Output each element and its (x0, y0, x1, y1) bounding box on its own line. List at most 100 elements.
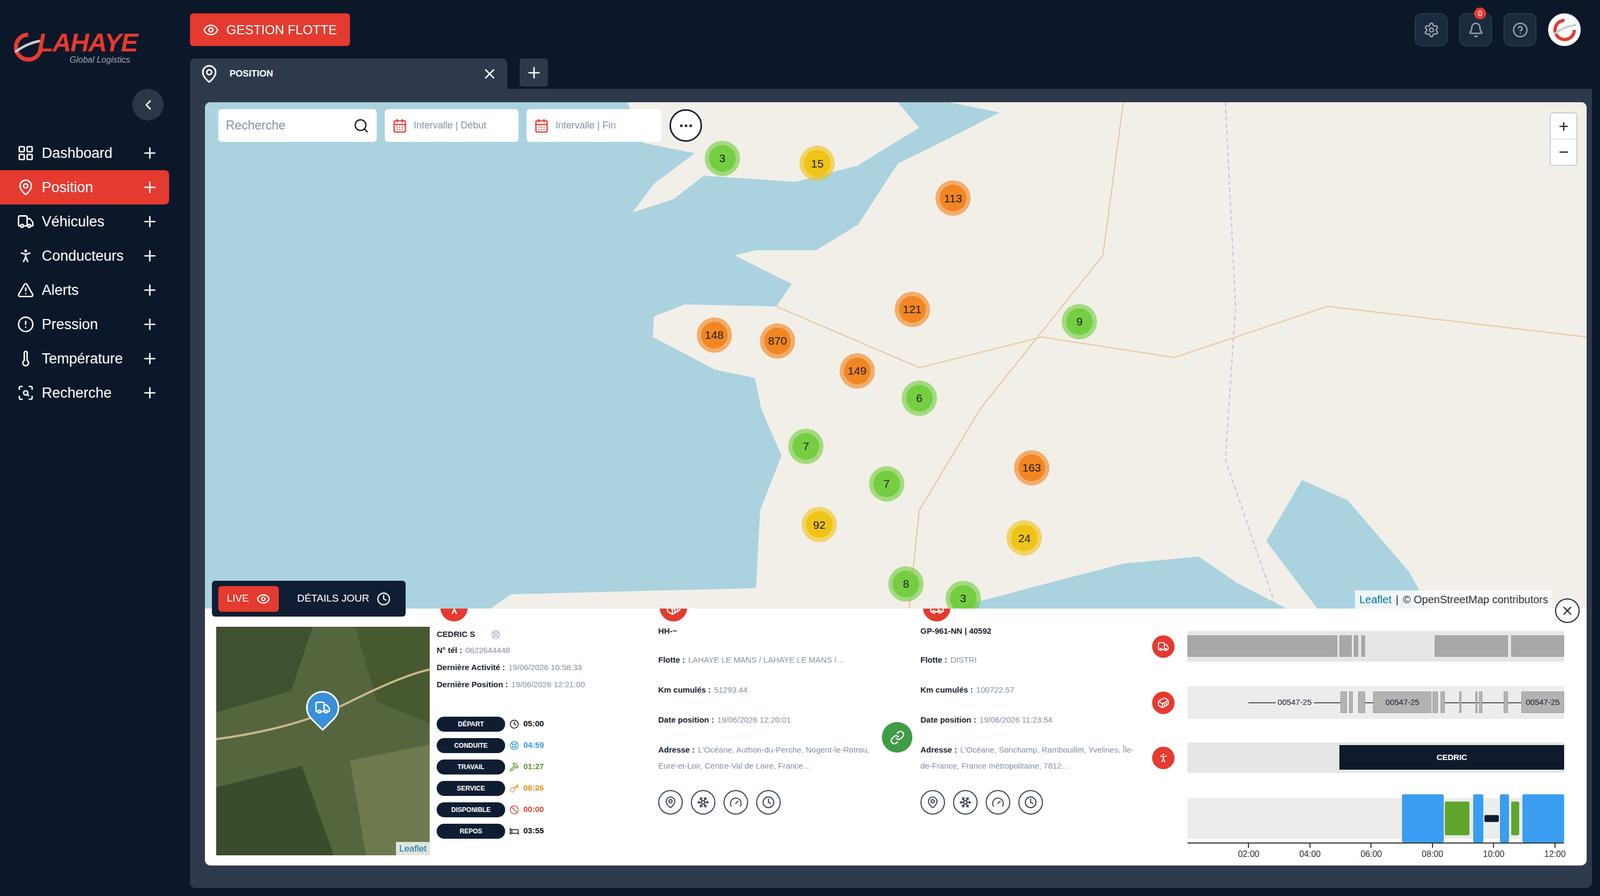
truck-segment[interactable] (1339, 635, 1352, 657)
map-cluster[interactable]: 24 (1006, 520, 1042, 556)
trailer-segment[interactable] (1358, 691, 1366, 713)
link-indicator[interactable] (881, 721, 913, 753)
truck-segment[interactable] (1511, 635, 1565, 657)
collapse-button[interactable] (132, 88, 164, 121)
asset-action-button[interactable] (690, 789, 716, 815)
trailer-segment[interactable] (1459, 691, 1462, 713)
close-details-button[interactable] (1555, 598, 1580, 623)
sidebar-item[interactable]: Recherche (0, 375, 170, 410)
calendar-icon (392, 118, 408, 134)
minimap[interactable]: Leaflet (216, 626, 430, 856)
zoom-in-button[interactable]: + (1550, 113, 1577, 140)
view-mode-option[interactable]: DÉTAILS JOUR (288, 585, 400, 612)
help-icon (1512, 21, 1529, 38)
sidebar-item[interactable]: Température (0, 341, 170, 376)
sidebar-item[interactable]: Alerts (0, 272, 170, 308)
sidebar-item[interactable]: Dashboard (0, 135, 170, 171)
truck-segment[interactable] (1353, 635, 1359, 657)
plus-icon[interactable] (141, 178, 159, 196)
zoom-out-button[interactable]: − (1550, 139, 1577, 165)
plus-icon[interactable] (141, 212, 159, 231)
activity-bar[interactable] (1473, 794, 1484, 843)
truck-segment[interactable] (1434, 635, 1508, 657)
driver-bar[interactable]: CEDRIC (1339, 744, 1565, 770)
trailer-segment[interactable] (1432, 691, 1438, 713)
map-cluster[interactable]: 148 (696, 317, 733, 353)
search-input[interactable]: Recherche (218, 109, 377, 142)
map-cluster[interactable]: 870 (759, 323, 796, 359)
asset-action-button[interactable] (985, 789, 1011, 815)
trailer-segment[interactable]: 00547-25 (1373, 691, 1432, 713)
asset-action-button[interactable] (723, 789, 749, 815)
timeline-row-icon (1152, 746, 1175, 769)
more-button[interactable] (669, 109, 703, 142)
map-cluster[interactable]: 92 (801, 506, 837, 543)
activity-bar[interactable] (1511, 801, 1520, 836)
plus-icon[interactable] (141, 247, 159, 265)
map-cluster[interactable]: 7 (788, 428, 824, 464)
vehicle-marker[interactable] (299, 683, 347, 731)
tab[interactable]: POSITION (189, 58, 508, 89)
asset-action-button[interactable] (1018, 789, 1043, 815)
asset-action-button[interactable] (658, 789, 683, 815)
activity-bar[interactable] (1402, 794, 1444, 843)
asset-action-button[interactable] (920, 789, 946, 815)
map[interactable]: 3151131219148870149671637922483Recherche… (204, 102, 1587, 609)
map-cluster[interactable]: 6 (901, 380, 937, 416)
mode-button[interactable]: GESTION FLOTTE (189, 13, 350, 47)
plus-icon[interactable] (141, 144, 159, 162)
plus-icon[interactable] (141, 349, 159, 368)
plus-icon[interactable] (141, 315, 159, 333)
asset-action-button[interactable] (953, 789, 978, 815)
map-cluster[interactable]: 3 (704, 140, 741, 177)
trailer-track: 00547-25 00547-25 00547-25 (1187, 686, 1565, 719)
driver-field: Dernière Position :19/06/2026 12:21:00 (436, 675, 651, 693)
activity-bar[interactable] (1499, 794, 1510, 843)
trailer-segment[interactable] (1503, 691, 1508, 713)
map-cluster[interactable]: 7 (869, 466, 905, 502)
sidebar-item[interactable]: Pression (0, 307, 170, 342)
help-button[interactable] (1503, 13, 1537, 47)
sidebar-item[interactable]: Conducteurs (0, 238, 170, 273)
settings-button[interactable] (1414, 13, 1448, 47)
trailer-segment[interactable] (1479, 691, 1483, 713)
activity-bar[interactable] (1522, 794, 1565, 843)
menu-icon (17, 212, 35, 231)
user-avatar[interactable] (1548, 13, 1581, 47)
plus-icon[interactable] (141, 281, 159, 299)
action-icon (696, 795, 710, 809)
map-cluster[interactable]: 113 (935, 180, 971, 216)
search-icon (353, 117, 370, 134)
date-end-input[interactable]: Intervalle | Fin (526, 109, 662, 142)
truck-segment[interactable] (1361, 635, 1366, 657)
notifications-button[interactable]: 0 (1459, 13, 1492, 47)
map-cluster[interactable]: 9 (1061, 303, 1097, 340)
trailer-segment[interactable] (1475, 691, 1478, 713)
map-cluster[interactable]: 149 (839, 353, 875, 389)
activity-bar[interactable] (1484, 814, 1499, 822)
activity-bar[interactable] (1444, 801, 1470, 836)
axis-tick: 08:00 (1421, 843, 1444, 861)
sidebar-item[interactable]: Position (0, 170, 170, 205)
trailer-segment[interactable]: 00547-25 (1521, 691, 1565, 713)
map-cluster[interactable]: 15 (799, 145, 835, 181)
trailer-segment[interactable] (1340, 691, 1347, 713)
map-cluster[interactable]: 121 (894, 291, 931, 327)
trailer-segment[interactable] (1444, 686, 1522, 719)
status-time: 05:00 (523, 717, 544, 730)
close-tab-icon[interactable] (481, 65, 498, 82)
activity-chart (1187, 794, 1565, 843)
date-start-input[interactable]: Intervalle | Début (384, 109, 519, 142)
sidebar-item[interactable]: Véhicules (0, 204, 170, 239)
truck-segment[interactable] (1187, 635, 1338, 657)
trailer-segment[interactable] (1440, 691, 1445, 713)
plus-icon[interactable] (141, 384, 159, 402)
asset-action-button[interactable] (756, 789, 781, 815)
map-cluster[interactable]: 163 (1014, 450, 1050, 486)
trailer-segment[interactable]: 00547-25 (1248, 686, 1341, 719)
add-tab-button[interactable] (519, 58, 548, 87)
map-cluster[interactable]: 8 (888, 566, 924, 602)
trailer-segment[interactable] (1365, 686, 1374, 719)
view-mode-option[interactable]: LIVE (218, 585, 279, 612)
trailer-segment[interactable] (1349, 691, 1353, 713)
